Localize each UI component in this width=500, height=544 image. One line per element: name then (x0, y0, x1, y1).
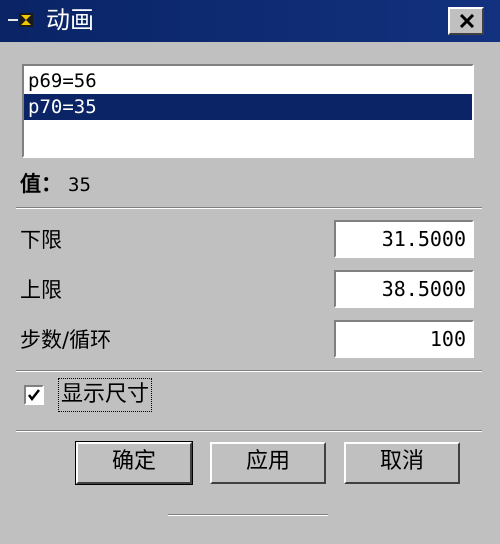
value-label: 值： (20, 172, 62, 196)
steps-per-cycle-input[interactable] (334, 320, 474, 358)
checkmark-icon (28, 389, 40, 402)
close-button[interactable] (448, 7, 484, 35)
separator (16, 207, 482, 209)
value-display: 值： 35 (20, 170, 91, 198)
steps-per-cycle-label: 步数/循环 (20, 328, 112, 352)
parameter-list[interactable]: p69=56 p70=35 (22, 64, 474, 158)
upper-limit-label: 上限 (20, 278, 62, 302)
separator (16, 430, 482, 432)
title-bar: 动画 (0, 0, 500, 42)
lower-limit-input[interactable] (334, 220, 474, 258)
separator (16, 370, 482, 372)
list-item[interactable]: p69=56 (24, 68, 472, 94)
close-icon (459, 14, 475, 28)
upper-limit-input[interactable] (334, 270, 474, 308)
apply-button[interactable]: 应用 (210, 442, 326, 484)
animation-hourglass-icon (8, 9, 38, 31)
list-item-selected[interactable]: p70=35 (24, 94, 472, 120)
resize-grip (168, 514, 328, 516)
window-title: 动画 (46, 6, 94, 34)
cancel-button[interactable]: 取消 (344, 442, 460, 484)
ok-button[interactable]: 确定 (75, 441, 193, 485)
show-dimensions-checkbox[interactable] (24, 385, 44, 405)
show-dimensions-label[interactable]: 显示尺寸 (58, 378, 153, 412)
value-number: 35 (68, 174, 91, 196)
lower-limit-label: 下限 (20, 228, 62, 252)
